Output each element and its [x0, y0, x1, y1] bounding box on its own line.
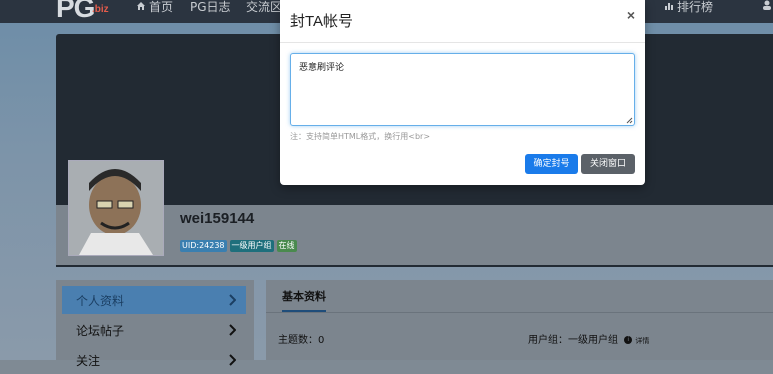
user-group-badge: 一级用户组 — [229, 240, 274, 252]
sidebar-item-forum-posts[interactable]: 论坛帖子 — [62, 316, 246, 344]
sidebar-item-label: 论坛帖子 — [76, 323, 125, 338]
confirm-ban-button[interactable]: 确定封号 — [525, 154, 578, 174]
user-group-value: 一级用户组 — [568, 335, 618, 346]
detail-link[interactable]: 详情 — [635, 337, 649, 345]
sidebar-item-label: 关注 — [76, 353, 101, 368]
topics-value: 0 — [318, 335, 325, 346]
nav-item-home[interactable]: 首页 — [136, 0, 173, 15]
nav-item-label: 首页 — [149, 0, 174, 14]
sidebar-item-label: 个人资料 — [76, 293, 125, 308]
info-icon: i — [624, 336, 633, 344]
profile-username: wei159144 — [180, 210, 255, 227]
topics-count: 主题数：0 — [278, 331, 324, 346]
nav-item-pg-log[interactable]: PG日志 — [190, 0, 231, 15]
close-icon[interactable]: × — [627, 7, 635, 23]
avatar — [68, 160, 164, 256]
profile-sidebar: 个人资料 论坛帖子 关注 — [56, 280, 254, 368]
nav-item-label: 排行榜 — [677, 0, 714, 14]
ranking-icon — [665, 3, 673, 10]
topics-label: 主题数： — [278, 335, 318, 346]
profile-content: 基本资料 主题数：0 用户组：一级用户组 i 详情 — [266, 280, 773, 360]
user-menu-icon[interactable] — [762, 0, 772, 10]
home-icon — [137, 2, 145, 10]
resize-handle-icon[interactable] — [626, 117, 633, 124]
uid-badge: UID:24238 — [180, 240, 227, 252]
sidebar-item-profile[interactable]: 个人资料 — [62, 286, 246, 314]
site-logo[interactable]: PG — [56, 0, 95, 24]
format-hint: 注：支持简单HTML格式，换行用<br> — [290, 132, 431, 141]
user-group-label: 用户组： — [528, 335, 568, 346]
chevron-right-icon — [229, 324, 236, 336]
chevron-right-icon — [229, 354, 236, 366]
ban-reason-textarea[interactable]: 恶意刷评论 — [290, 53, 635, 126]
close-window-button[interactable]: 关闭窗口 — [581, 154, 635, 174]
user-group: 用户组：一级用户组 i 详情 — [528, 331, 649, 346]
ban-account-modal: 封TA帐号 × 恶意刷评论 注：支持简单HTML格式，换行用<br> 确定封号 … — [280, 0, 645, 185]
nav-item-forum[interactable]: 交流区 — [246, 0, 282, 15]
profile-badges: UID:24238 一级用户组 在线 — [180, 240, 297, 252]
modal-divider — [280, 42, 645, 43]
modal-title: 封TA帐号 — [290, 13, 354, 30]
tab-divider — [266, 312, 773, 313]
nav-item-ranking[interactable]: 排行榜 — [664, 0, 713, 15]
sidebar-item-follow[interactable]: 关注 — [62, 346, 246, 374]
online-badge: 在线 — [276, 240, 297, 252]
chevron-right-icon — [229, 294, 236, 306]
avatar-image — [69, 161, 163, 255]
tab-basic-info[interactable]: 基本资料 — [282, 288, 326, 312]
site-logo-suffix: .biz — [92, 4, 109, 15]
